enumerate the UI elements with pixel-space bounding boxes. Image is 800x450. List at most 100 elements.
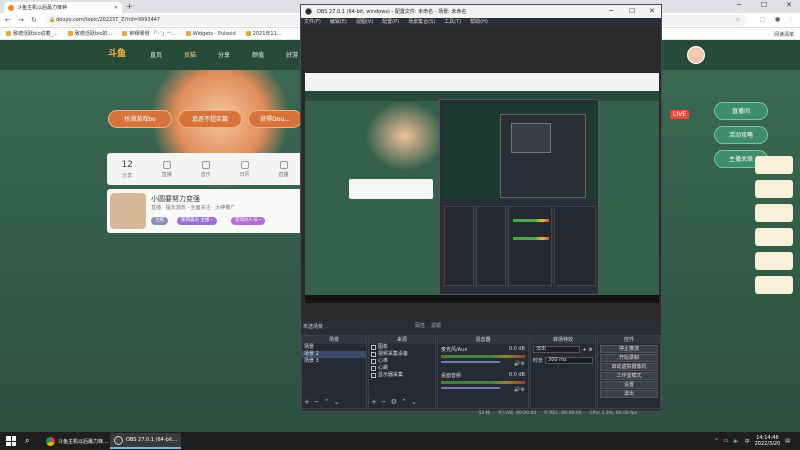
side-button[interactable]: 活动攻略 — [714, 126, 768, 144]
streamer-avatar[interactable] — [110, 193, 146, 229]
menu-file[interactable]: 文件(F) — [304, 18, 321, 27]
browser-tab[interactable]: 斗鱼主机以后最力锋钟 ✕ — [4, 2, 122, 13]
menu-scene-collection[interactable]: 场景集合(S) — [408, 18, 435, 27]
tag-badge[interactable]: 暖萌晨光 主播 › — [177, 217, 217, 225]
nav-item[interactable]: 分享 — [218, 50, 230, 59]
activity-card[interactable] — [755, 180, 793, 198]
activity-card[interactable] — [755, 276, 793, 294]
scene-item[interactable]: 场景 3 — [302, 358, 366, 365]
move-up-icon[interactable]: ⌃ — [401, 398, 407, 406]
nav-item[interactable]: 贡猫 — [184, 50, 196, 59]
menu-view[interactable]: 视图(V) — [356, 18, 373, 27]
settings-button[interactable]: 设置 — [600, 381, 658, 389]
volume-slider[interactable] — [441, 387, 500, 389]
stop-streaming-button[interactable]: 停止推流 — [600, 345, 658, 353]
virtual-camera-button[interactable]: 启动虚拟摄像机 — [600, 363, 658, 371]
user-avatar[interactable] — [687, 46, 705, 64]
reading-list[interactable]: 阅读清单 — [774, 31, 794, 38]
stat-item[interactable]: 直播 — [162, 160, 172, 178]
nav-item[interactable]: 直页 — [150, 50, 162, 59]
filters-button[interactable]: 滤镜 — [431, 322, 441, 329]
add-icon[interactable]: + — [371, 398, 377, 406]
mute-icon[interactable]: 🔊⚙ — [514, 361, 525, 367]
menu-edit[interactable]: 编辑(E) — [330, 18, 347, 27]
star-icon[interactable]: ☆ — [735, 16, 740, 23]
stat-item[interactable]: 直播 — [279, 160, 289, 178]
obs-preview[interactable] — [301, 27, 661, 321]
windows-start-icon[interactable] — [6, 436, 16, 446]
add-icon[interactable]: + — [304, 398, 310, 406]
studio-mode-button[interactable]: 工作室模式 — [600, 372, 658, 380]
tray-up-icon[interactable]: ⌃ — [714, 438, 718, 444]
gear-icon[interactable]: ⚙ — [589, 347, 593, 353]
activity-card[interactable] — [755, 228, 793, 246]
activity-card[interactable] — [755, 252, 793, 270]
taskbar-obs-app[interactable]: OBS 27.0.1 (64-bit... — [110, 433, 181, 449]
start-recording-button[interactable]: 开始录制 — [600, 354, 658, 362]
properties-button[interactable]: 属性 — [415, 322, 425, 329]
close-window-icon[interactable]: ✕ — [649, 7, 655, 15]
nav-item[interactable]: 颜值 — [252, 50, 264, 59]
side-button[interactable]: 直播间 — [714, 102, 768, 120]
nav-item[interactable]: 好游 — [286, 50, 298, 59]
bookmark-item[interactable]: 2021年11... — [245, 30, 282, 37]
scene-item[interactable]: 场景 — [302, 344, 366, 351]
input-language[interactable]: 中 — [745, 438, 750, 445]
reload-icon[interactable]: ↻ — [31, 16, 37, 24]
move-down-icon[interactable]: ⌄ — [411, 398, 417, 406]
menu-tools[interactable]: 工具(T) — [444, 18, 461, 27]
duration-input[interactable]: 300 ms — [545, 357, 593, 364]
extensions-icon[interactable]: ⬚ — [760, 16, 766, 23]
bookmark-item[interactable]: 钟辉哪侧 「ᵔ-ᵔ」ᵕᵒ... — [122, 30, 176, 37]
clock[interactable]: 14:14:46 2022/3/20 — [755, 435, 781, 447]
notification-icon[interactable]: ▤ — [785, 438, 790, 444]
forward-icon[interactable]: → — [18, 16, 24, 24]
stat-item[interactable]: 音乐 — [201, 160, 211, 178]
promo-button[interactable]: 抢滑游戏bo — [108, 110, 172, 128]
source-item[interactable]: 视频采集设备 — [369, 351, 435, 358]
menu-profile[interactable]: 配置(P) — [382, 18, 399, 27]
move-up-icon[interactable]: ⌃ — [324, 398, 330, 406]
back-icon[interactable]: ← — [5, 16, 11, 24]
volume-slider[interactable] — [441, 361, 500, 363]
taskbar-chrome-app[interactable]: 斗鱼主机以后最力锋... — [42, 433, 112, 449]
search-icon[interactable]: ⌕ — [25, 436, 29, 446]
move-down-icon[interactable]: ⌄ — [334, 398, 340, 406]
remove-icon[interactable]: − — [381, 398, 387, 406]
maximize-icon[interactable]: ☐ — [629, 7, 635, 15]
volume-icon[interactable]: 🔈 — [733, 438, 739, 444]
transition-select[interactable]: 淡出 — [533, 346, 581, 353]
scene-item[interactable]: 场景 2 — [302, 351, 366, 358]
source-item[interactable]: 心率 — [369, 358, 435, 365]
obs-titlebar[interactable]: OBS 27.0.1 (64-bit, windows) - 配置文件: 未命名… — [301, 5, 661, 18]
network-icon[interactable]: ▭ — [724, 438, 729, 444]
stat-item[interactable]: 日历 — [240, 160, 250, 178]
source-item[interactable]: 心跳 — [369, 365, 435, 372]
profile-icon[interactable]: ● — [775, 16, 780, 23]
site-logo[interactable]: 斗鱼 — [108, 46, 126, 59]
tag-badge[interactable]: 游戏达人号 › — [231, 217, 265, 225]
minimize-icon[interactable]: ─ — [737, 1, 741, 9]
close-window-icon[interactable]: ✕ — [786, 1, 792, 9]
bookmark-item[interactable]: 致德活跃bio的... — [67, 30, 112, 37]
new-tab-icon[interactable]: + — [126, 2, 133, 11]
source-item[interactable]: 图象 — [369, 344, 435, 351]
close-tab-icon[interactable]: ✕ — [114, 5, 118, 11]
remove-icon[interactable]: − — [314, 398, 320, 406]
bookmark-item[interactable]: 致德活跃bio说着_... — [6, 30, 58, 37]
gear-icon[interactable]: ⚙ — [391, 398, 397, 406]
source-item[interactable]: 显示器采集 — [369, 372, 435, 379]
menu-help[interactable]: 帮助(H) — [470, 18, 488, 27]
activity-card[interactable] — [755, 204, 793, 222]
tag-badge[interactable]: 注册 — [151, 217, 168, 225]
exit-button[interactable]: 退出 — [600, 390, 658, 398]
maximize-icon[interactable]: ☐ — [761, 1, 767, 9]
promo-button[interactable]: 获得Dou... — [248, 110, 302, 128]
menu-icon[interactable]: ⋮ — [788, 16, 794, 23]
stat-share[interactable]: 12 分享 — [121, 160, 132, 179]
minimize-icon[interactable]: ─ — [609, 7, 613, 15]
promo-button[interactable]: 追逐不超实篇 — [178, 110, 242, 128]
bookmark-item[interactable]: Widgets - Pulsoid — [185, 31, 236, 37]
activity-card[interactable] — [755, 156, 793, 174]
add-icon[interactable]: + — [582, 347, 586, 353]
